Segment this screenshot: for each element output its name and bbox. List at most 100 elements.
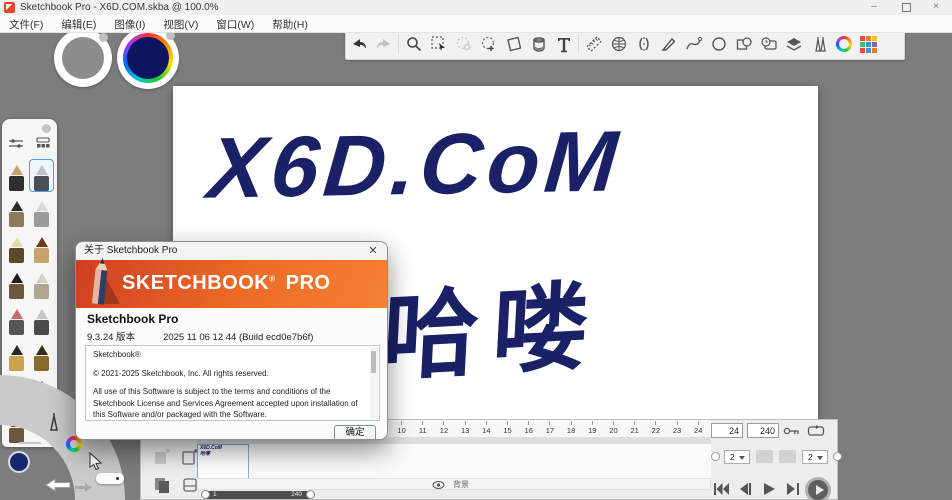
total-frames-input[interactable]: 240 xyxy=(747,423,779,438)
ruler-number: 19 xyxy=(582,421,603,435)
menu-item[interactable]: 窗口(W) xyxy=(207,17,263,33)
background-track[interactable]: 背景 xyxy=(197,478,711,490)
menu-item[interactable]: 图像(I) xyxy=(105,17,154,33)
color-ring[interactable] xyxy=(123,33,173,83)
brush-item[interactable] xyxy=(29,267,54,300)
brush-item[interactable] xyxy=(4,195,29,228)
lagoon-redo-arrow-icon[interactable] xyxy=(74,482,94,493)
brush-item[interactable] xyxy=(4,267,29,300)
brush-item[interactable] xyxy=(29,231,54,264)
menu-bar: 文件(F)编辑(E)图像(I)视图(V)窗口(W)帮助(H) xyxy=(0,15,952,33)
ellipse-icon[interactable] xyxy=(706,30,731,58)
add-selection-icon[interactable] xyxy=(476,30,501,58)
thumbnail-text: 哈喽 xyxy=(198,451,248,457)
dialog-close-icon[interactable]: ✕ xyxy=(366,242,380,260)
loop-icon[interactable] xyxy=(807,425,825,437)
brush-size-preview xyxy=(62,37,104,79)
curve-icon[interactable] xyxy=(681,30,706,58)
previous-frame-button[interactable] xyxy=(738,482,753,496)
new-frame-before-icon[interactable] xyxy=(153,448,171,466)
brush-item[interactable] xyxy=(29,159,54,192)
deselect-icon[interactable] xyxy=(451,30,476,58)
brush-item[interactable] xyxy=(4,303,29,336)
perspective-icon[interactable] xyxy=(606,30,631,58)
keyframe-icon[interactable] xyxy=(783,425,801,437)
menu-item[interactable]: 文件(F) xyxy=(0,17,52,33)
layers-icon[interactable] xyxy=(781,30,806,58)
minimize-button[interactable]: – xyxy=(860,0,888,15)
color-puck[interactable] xyxy=(117,27,179,89)
frames-row[interactable] xyxy=(197,444,711,479)
onion-after-radio[interactable] xyxy=(833,452,842,461)
ruler-number: 12 xyxy=(433,421,454,435)
handwriting-line1: X6D.CoM xyxy=(204,112,626,218)
range-end-handle[interactable] xyxy=(306,490,315,499)
play-button[interactable] xyxy=(763,482,776,496)
lagoon-brush-icon[interactable] xyxy=(44,412,64,432)
license-scrollbar[interactable] xyxy=(370,347,378,419)
lagoon-slider[interactable] xyxy=(96,473,124,484)
app-window: X6D.CoM 哈喽 Sketchbook Pro - X6D.COM.skba… xyxy=(0,0,952,500)
text-tool-icon[interactable] xyxy=(551,30,576,58)
version-line: 9.3.24 版本2025 11 06 12 44 (Build ecd0e7b… xyxy=(87,329,313,343)
next-frame-button[interactable] xyxy=(786,482,801,496)
dialog-title: 关于 Sketchbook Pro xyxy=(84,245,177,256)
undo-icon[interactable] xyxy=(346,30,371,58)
timeline-ruler[interactable]: 101112131415161718192021222324 xyxy=(391,421,709,435)
visibility-eye-icon[interactable] xyxy=(432,480,445,490)
play-animation-button[interactable] xyxy=(805,477,831,500)
menu-item[interactable]: 编辑(E) xyxy=(52,17,105,33)
menu-item[interactable]: 帮助(H) xyxy=(263,17,317,33)
license-text-box[interactable]: Sketchbook®© 2021-2025 Sketchbook, Inc. … xyxy=(85,345,380,421)
color-wheel-icon[interactable] xyxy=(831,30,856,58)
brush-item[interactable] xyxy=(29,195,54,228)
ruler-number: 20 xyxy=(603,421,624,435)
stroke-pen-icon[interactable] xyxy=(656,30,681,58)
ruler-number: 11 xyxy=(412,421,433,435)
brush-library-icon[interactable] xyxy=(806,30,831,58)
redo-icon[interactable] xyxy=(371,30,396,58)
brush-size-puck[interactable] xyxy=(54,29,112,87)
range-start-handle[interactable] xyxy=(201,490,210,499)
ruler-number: 22 xyxy=(645,421,666,435)
brush-item[interactable] xyxy=(4,231,29,264)
puck-handle-dot[interactable] xyxy=(99,33,108,42)
ruler-number: 21 xyxy=(624,421,645,435)
product-name: Sketchbook Pro xyxy=(87,312,178,326)
onion-before-radio[interactable] xyxy=(711,452,720,461)
brush-sets-icon[interactable] xyxy=(35,137,51,149)
ruler-number: 18 xyxy=(561,421,582,435)
ok-button[interactable]: 确定 xyxy=(334,425,376,440)
dialog-title-bar[interactable]: 关于 Sketchbook Pro ✕ xyxy=(76,242,387,260)
license-paragraph: © 2021-2025 Sketchbook, Inc. All rights … xyxy=(93,368,365,380)
ruler-number: 16 xyxy=(518,421,539,435)
symmetry-icon[interactable] xyxy=(631,30,656,58)
brand-wordmark: SKETCHBOOK®PRO xyxy=(122,272,330,295)
duplicate-frame-icon[interactable] xyxy=(153,476,171,494)
color-palette-icon[interactable] xyxy=(856,30,881,58)
pencil-logo-icon xyxy=(82,256,122,312)
brush-item[interactable] xyxy=(29,303,54,336)
close-button[interactable]: × xyxy=(922,0,950,15)
brush-item[interactable] xyxy=(29,339,54,372)
current-color-swatch[interactable] xyxy=(127,37,169,79)
lagoon-undo-arrow-icon[interactable] xyxy=(44,477,72,493)
onion-after-count-select[interactable]: 2 xyxy=(802,450,828,464)
panel-handle-dot[interactable] xyxy=(42,124,51,133)
select-icon[interactable] xyxy=(426,30,451,58)
time-lapse-icon[interactable] xyxy=(756,30,781,58)
ruler-icon[interactable] xyxy=(581,30,606,58)
transform-icon[interactable] xyxy=(501,30,526,58)
maximize-button[interactable] xyxy=(892,0,920,15)
shapes-icon[interactable] xyxy=(731,30,756,58)
brush-item[interactable] xyxy=(4,159,29,192)
current-frame-input[interactable]: 24 xyxy=(711,423,743,438)
playback-range-slider[interactable]: 1 240 xyxy=(203,491,313,499)
brush-item[interactable] xyxy=(4,339,29,372)
fill-icon[interactable] xyxy=(526,30,551,58)
onion-before-count-select[interactable]: 2 xyxy=(724,450,750,464)
zoom-icon[interactable] xyxy=(401,30,426,58)
go-to-start-button[interactable] xyxy=(713,482,730,496)
brush-settings-icon[interactable] xyxy=(8,137,24,149)
menu-item[interactable]: 视图(V) xyxy=(154,17,207,33)
